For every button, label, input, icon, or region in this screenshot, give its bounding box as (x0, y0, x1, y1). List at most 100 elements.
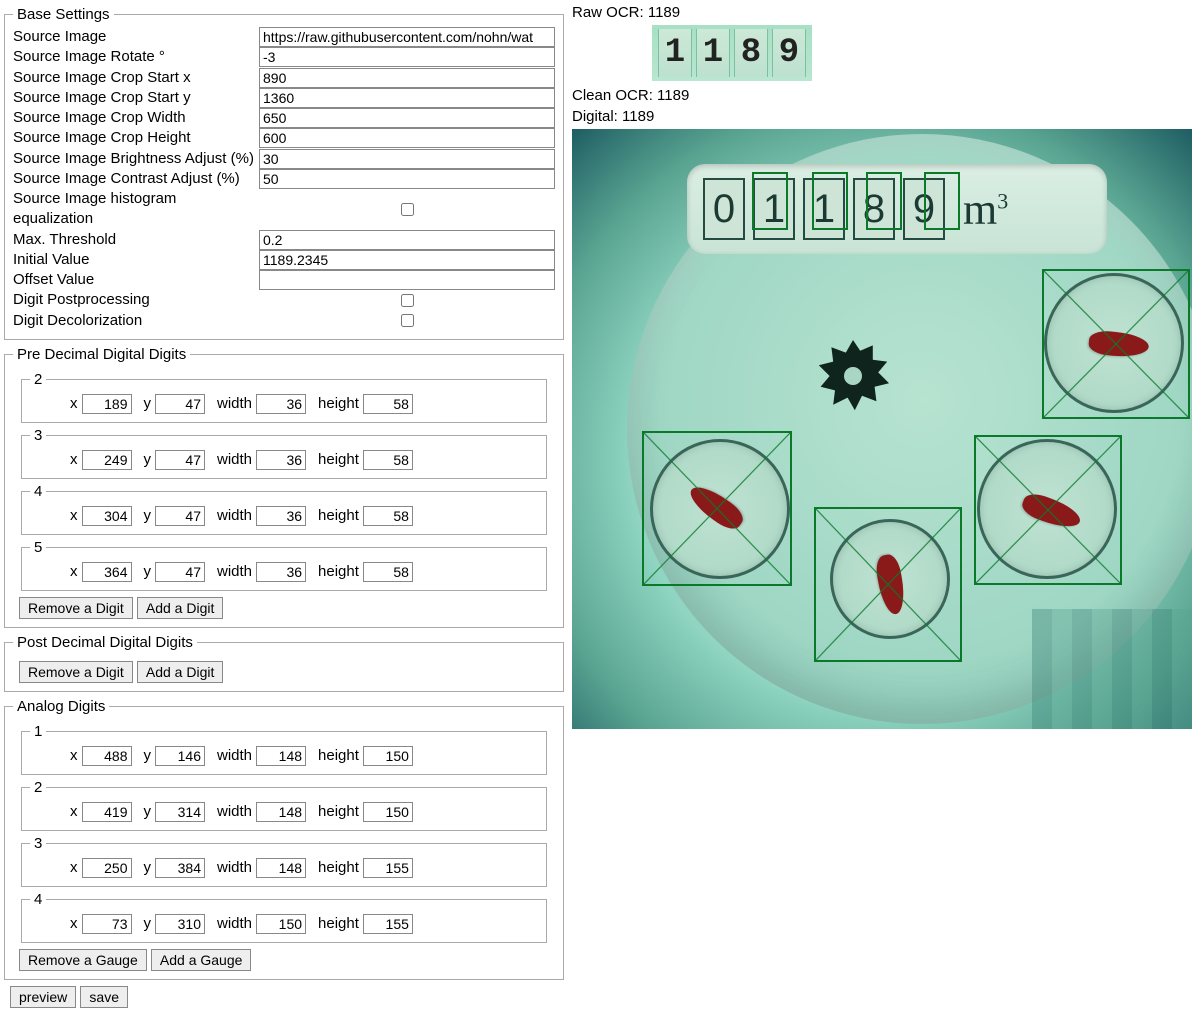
pre-5-w-input[interactable] (256, 562, 306, 582)
pre-3-x-input[interactable] (82, 450, 132, 470)
digit-postproc-label: Digit Postprocessing (13, 290, 259, 310)
analog-1-w-input[interactable] (256, 746, 306, 766)
analog-digit-2: 2xywidthheight (21, 779, 547, 831)
analog-3-w-input[interactable] (256, 858, 306, 878)
base-row-6-label: Source Image Brightness Adjust (%) (13, 149, 259, 169)
ocr-preview-strip: 1189 (652, 25, 812, 81)
pre-decimal-fieldset: Pre Decimal Digital Digits 2xywidthheigh… (4, 346, 564, 628)
base-row-4-label: Source Image Crop Width (13, 108, 259, 128)
pre-digit-2-legend: 2 (30, 371, 46, 388)
analog-add-gauge-button[interactable]: Add a Gauge (151, 949, 252, 971)
analog-2-x-input[interactable] (82, 802, 132, 822)
pre-2-h-label: height (318, 395, 359, 412)
odometer-wheel: 8 (853, 178, 895, 240)
pre-3-y-input[interactable] (155, 450, 205, 470)
preview-digit: 8 (734, 29, 768, 77)
analog-1-y-input[interactable] (155, 746, 205, 766)
analog-digit-4-legend: 4 (30, 891, 46, 908)
post-remove-digit-button[interactable]: Remove a Digit (19, 661, 133, 683)
pre-2-w-label: width (217, 395, 252, 412)
base-row-3-input[interactable] (259, 88, 555, 108)
digit-decol-checkbox[interactable] (401, 314, 414, 327)
pre-4-h-input[interactable] (363, 506, 413, 526)
analog-2-w-input[interactable] (256, 802, 306, 822)
post-add-digit-button[interactable]: Add a Digit (137, 661, 223, 683)
analog-4-y-label: y (144, 915, 152, 932)
odometer-wheel: 9 (903, 178, 945, 240)
preview-button[interactable]: preview (10, 986, 76, 1008)
pre-5-x-input[interactable] (82, 562, 132, 582)
pre-3-w-input[interactable] (256, 450, 306, 470)
analog-3-y-input[interactable] (155, 858, 205, 878)
analog-1-h-input[interactable] (363, 746, 413, 766)
pre-5-y-input[interactable] (155, 562, 205, 582)
analog-4-w-label: width (217, 915, 252, 932)
pre-3-h-label: height (318, 451, 359, 468)
save-button[interactable]: save (80, 986, 128, 1008)
pre-2-y-label: y (144, 395, 152, 412)
pre-3-w-label: width (217, 451, 252, 468)
analog-1-x-input[interactable] (82, 746, 132, 766)
pre-4-y-label: y (144, 507, 152, 524)
analog-digit-4: 4xywidthheight (21, 891, 547, 943)
base-row-6-input[interactable] (259, 149, 555, 169)
analog-3-h-label: height (318, 859, 359, 876)
odometer-wheel: 1 (803, 178, 845, 240)
pre-digit-5-legend: 5 (30, 539, 46, 556)
analog-remove-gauge-button[interactable]: Remove a Gauge (19, 949, 147, 971)
analog-4-w-input[interactable] (256, 914, 306, 934)
pre-digit-4-legend: 4 (30, 483, 46, 500)
analog-4-h-input[interactable] (363, 914, 413, 934)
base-row-7-input[interactable] (259, 169, 555, 189)
base2-row-0-input[interactable] (259, 230, 555, 250)
pre-2-h-input[interactable] (363, 394, 413, 414)
pre-digit-5: 5xywidthheight (21, 539, 547, 591)
analog-3-y-label: y (144, 859, 152, 876)
pre-5-h-input[interactable] (363, 562, 413, 582)
pre-4-w-input[interactable] (256, 506, 306, 526)
pre-4-x-input[interactable] (82, 506, 132, 526)
digit-decol-label: Digit Decolorization (13, 311, 259, 331)
base2-row-1-label: Initial Value (13, 250, 259, 270)
pre-2-y-input[interactable] (155, 394, 205, 414)
pre-3-x-label: x (70, 451, 78, 468)
pre-add-digit-button[interactable]: Add a Digit (137, 597, 223, 619)
pre-5-y-label: y (144, 563, 152, 580)
base-row-4-input[interactable] (259, 108, 555, 128)
base-row-1-input[interactable] (259, 47, 555, 67)
pre-5-w-label: width (217, 563, 252, 580)
hist-eq-checkbox[interactable] (401, 203, 414, 216)
base2-row-1-input[interactable] (259, 250, 555, 270)
pre-digit-3-legend: 3 (30, 427, 46, 444)
pre-2-w-input[interactable] (256, 394, 306, 414)
analog-2-w-label: width (217, 803, 252, 820)
analog-1-x-label: x (70, 747, 78, 764)
odometer-wheel: 0 (703, 178, 745, 240)
pre-3-h-input[interactable] (363, 450, 413, 470)
base2-row-2-label: Offset Value (13, 270, 259, 290)
base2-row-2-input[interactable] (259, 270, 555, 290)
base-row-2-input[interactable] (259, 68, 555, 88)
analog-2-y-input[interactable] (155, 802, 205, 822)
base-row-5-input[interactable] (259, 128, 555, 148)
pre-digit-4: 4xywidthheight (21, 483, 547, 535)
base-row-7-label: Source Image Contrast Adjust (%) (13, 169, 259, 189)
pre-2-x-input[interactable] (82, 394, 132, 414)
raw-ocr-value: 1189 (648, 4, 680, 21)
pre-digit-2: 2xywidthheight (21, 371, 547, 423)
base-settings-legend: Base Settings (13, 6, 114, 23)
analog-2-h-input[interactable] (363, 802, 413, 822)
pre-remove-digit-button[interactable]: Remove a Digit (19, 597, 133, 619)
analog-3-h-input[interactable] (363, 858, 413, 878)
base-row-1-label: Source Image Rotate ° (13, 47, 259, 67)
analog-3-x-input[interactable] (82, 858, 132, 878)
base-row-0-label: Source Image (13, 27, 259, 47)
pre-4-y-input[interactable] (155, 506, 205, 526)
pre-4-x-label: x (70, 507, 78, 524)
analog-digit-2-legend: 2 (30, 779, 46, 796)
pre-5-h-label: height (318, 563, 359, 580)
analog-4-y-input[interactable] (155, 914, 205, 934)
digit-postproc-checkbox[interactable] (401, 294, 414, 307)
base-row-0-input[interactable] (259, 27, 555, 47)
analog-4-x-input[interactable] (82, 914, 132, 934)
